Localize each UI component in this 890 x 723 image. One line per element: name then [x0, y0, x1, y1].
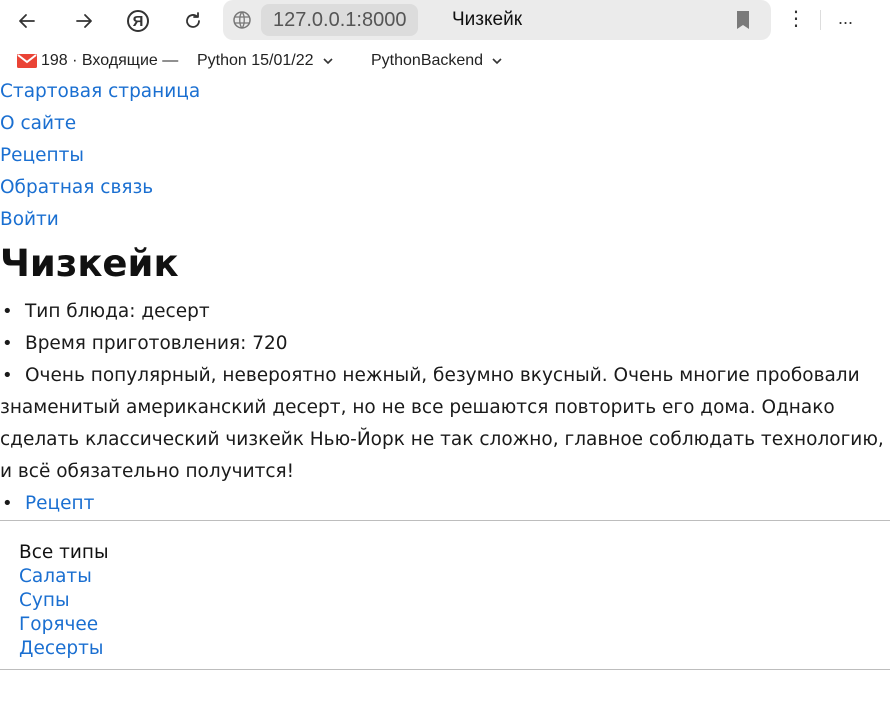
types-menu: Все типы Салаты Супы Горячее Десерты [0, 521, 890, 669]
bookmark-mail[interactable]: 198 · Входящие — [17, 51, 178, 71]
toolbar-divider [820, 10, 821, 30]
nav-link-home[interactable]: Стартовая страница [0, 78, 890, 110]
type-link-soups[interactable]: Супы [19, 589, 890, 613]
list-item-dish-type: • Тип блюда: десерт [0, 296, 890, 328]
bullet: • [2, 493, 13, 514]
bookmark-mail-label: 198 · Входящие — [41, 52, 179, 69]
page-title-in-omnibox: Чизкейк [452, 9, 523, 30]
bookmark-folder-backend[interactable]: PythonBackend [371, 51, 503, 71]
bullet: • [2, 301, 13, 322]
menu-icon: ⋮ [786, 8, 806, 30]
menu-button[interactable]: ⋮ [784, 8, 808, 32]
gmail-icon [17, 54, 37, 68]
reload-icon [186, 12, 200, 28]
nav-link-feedback[interactable]: Обратная связь [0, 174, 890, 206]
page-content: Стартовая страница О сайте Рецепты Обрат… [0, 78, 890, 670]
bookmark-button[interactable] [735, 10, 751, 35]
url-text[interactable]: 127.0.0.1:8000 [261, 4, 419, 36]
yandex-button[interactable]: Я [121, 5, 155, 37]
chevron-down-icon [322, 58, 333, 65]
cook-time-text: Время приготовления: 720 [25, 333, 288, 354]
back-button[interactable] [10, 5, 44, 37]
bookmark-folder-python-label: Python 15/01/22 [197, 52, 314, 69]
recipe-link[interactable]: Рецепт [25, 493, 94, 514]
description-text: Очень популярный, невероятно нежный, без… [0, 365, 884, 482]
reload-button[interactable] [176, 5, 210, 37]
bookmark-folder-python[interactable]: Python 15/01/22 [197, 51, 334, 71]
recipe-details-list: • Тип блюда: десерт • Время приготовления:… [0, 296, 890, 520]
forward-button[interactable] [67, 5, 101, 37]
address-bar[interactable]: 127.0.0.1:8000 Чизкейк [223, 0, 771, 40]
type-link-hot[interactable]: Горячее [19, 613, 890, 637]
nav-link-about[interactable]: О сайте [0, 110, 890, 142]
bookmark-icon [737, 11, 749, 29]
bookmarks-bar: 198 · Входящие — Python 15/01/22 PythonB… [0, 42, 890, 80]
nav-link-login[interactable]: Войти [0, 206, 890, 238]
divider [0, 669, 890, 670]
list-item-description: • Очень популярный, невероятно нежный, бе… [0, 360, 890, 488]
chevron-down-icon [492, 58, 502, 65]
bookmark-folder-backend-label: PythonBackend [371, 52, 484, 69]
list-item-recipe-link: • Рецепт [0, 488, 890, 520]
bullet: • [2, 365, 13, 386]
type-link-desserts[interactable]: Десерты [19, 637, 890, 661]
globe-icon [233, 11, 251, 29]
site-nav: Стартовая страница О сайте Рецепты Обрат… [0, 78, 890, 238]
overflow-button[interactable]: ... [838, 8, 853, 29]
types-heading: Все типы [19, 542, 109, 563]
back-arrow-icon [19, 14, 35, 28]
yandex-icon: Я [127, 10, 149, 32]
bullet: • [2, 333, 13, 354]
dish-type-text: Тип блюда: десерт [25, 301, 210, 322]
nav-link-recipes[interactable]: Рецепты [0, 142, 890, 174]
page-title: Чизкейк [0, 242, 179, 285]
forward-arrow-icon [76, 14, 92, 28]
list-item-cook-time: • Время приготовления: 720 [0, 328, 890, 360]
site-info-button[interactable] [229, 8, 255, 32]
browser-toolbar: Я 127.0.0.1:8000 Чизкейк ⋮ ... [0, 0, 890, 42]
type-link-salads[interactable]: Салаты [19, 565, 890, 589]
